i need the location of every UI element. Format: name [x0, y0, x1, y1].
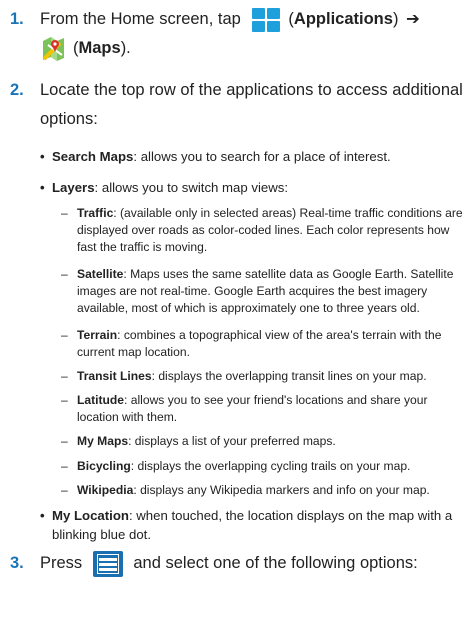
layer-desc: : displays any Wikipedia markers and inf… — [133, 483, 430, 497]
applications-grid-icon — [251, 7, 282, 33]
layer-latitude: Latitude: allows you to see your friend'… — [61, 392, 464, 426]
layer-term: Satellite — [77, 267, 124, 281]
layer-term: Traffic — [77, 206, 114, 220]
bullet-term: Layers — [52, 180, 95, 195]
step-3-instruction: and select one of the following options: — [133, 554, 418, 572]
layer-satellite: Satellite: Maps uses the same satellite … — [61, 266, 464, 317]
bullet-layers: Layers: allows you to switch map views: — [40, 178, 466, 197]
bullet-search-maps: Search Maps: allows you to search for a … — [40, 147, 466, 166]
bullet-term: My Location — [52, 508, 129, 523]
bullet-desc: : allows you to switch map views: — [94, 180, 289, 195]
layer-bicycling: Bicycling: displays the overlapping cycl… — [61, 458, 464, 475]
step-number: 1. — [10, 10, 24, 28]
layer-traffic: Traffic: (available only in selected are… — [61, 205, 464, 256]
step-3-text: Press and select one of the following op… — [40, 549, 466, 578]
layer-desc: : (available only in selected areas) Rea… — [77, 206, 463, 254]
layer-term: Terrain — [77, 328, 118, 342]
bullet-my-location: My Location: when touched, the location … — [40, 506, 466, 544]
maps-label: Maps — [78, 39, 121, 57]
layer-desc: : displays the overlapping cycling trail… — [130, 459, 411, 473]
maps-icon — [40, 35, 66, 63]
layer-wikipedia: Wikipedia: displays any Wikipedia marker… — [61, 482, 464, 499]
layer-desc: : combines a topographical view of the a… — [77, 328, 442, 359]
layer-my-maps: My Maps: displays a list of your preferr… — [61, 433, 464, 450]
step-1-text: From the Home screen, tap (Applications)… — [40, 5, 466, 63]
layer-terrain: Terrain: combines a topographical view o… — [61, 327, 464, 361]
manual-page: 1. From the Home screen, tap (Applicatio… — [0, 0, 472, 620]
layer-term: Wikipedia — [77, 483, 134, 497]
arrow-icon: ➔ — [406, 10, 420, 28]
layer-desc: : displays a list of your preferred maps… — [128, 434, 336, 448]
layer-term: My Maps — [77, 434, 129, 448]
step-3-press: Press — [40, 554, 83, 572]
layer-desc: : displays the overlapping transit lines… — [151, 369, 427, 383]
layer-term: Bicycling — [77, 459, 131, 473]
step-1-intro: From the Home screen, tap — [40, 10, 241, 28]
layer-desc: : Maps uses the same satellite data as G… — [77, 267, 454, 315]
applications-label: Applications — [293, 10, 393, 28]
layer-desc: : allows you to see your friend's locati… — [77, 393, 428, 424]
step-number: 2. — [10, 81, 24, 99]
step-2-text: Locate the top row of the applications t… — [40, 81, 463, 128]
menu-key-icon — [92, 550, 123, 577]
bullet-term: Search Maps — [52, 149, 134, 164]
layer-term: Latitude — [77, 393, 125, 407]
step-number: 3. — [10, 554, 24, 572]
layer-term: Transit Lines — [77, 369, 152, 383]
bullet-desc: : allows you to search for a place of in… — [133, 149, 391, 164]
layer-transit-lines: Transit Lines: displays the overlapping … — [61, 368, 464, 385]
